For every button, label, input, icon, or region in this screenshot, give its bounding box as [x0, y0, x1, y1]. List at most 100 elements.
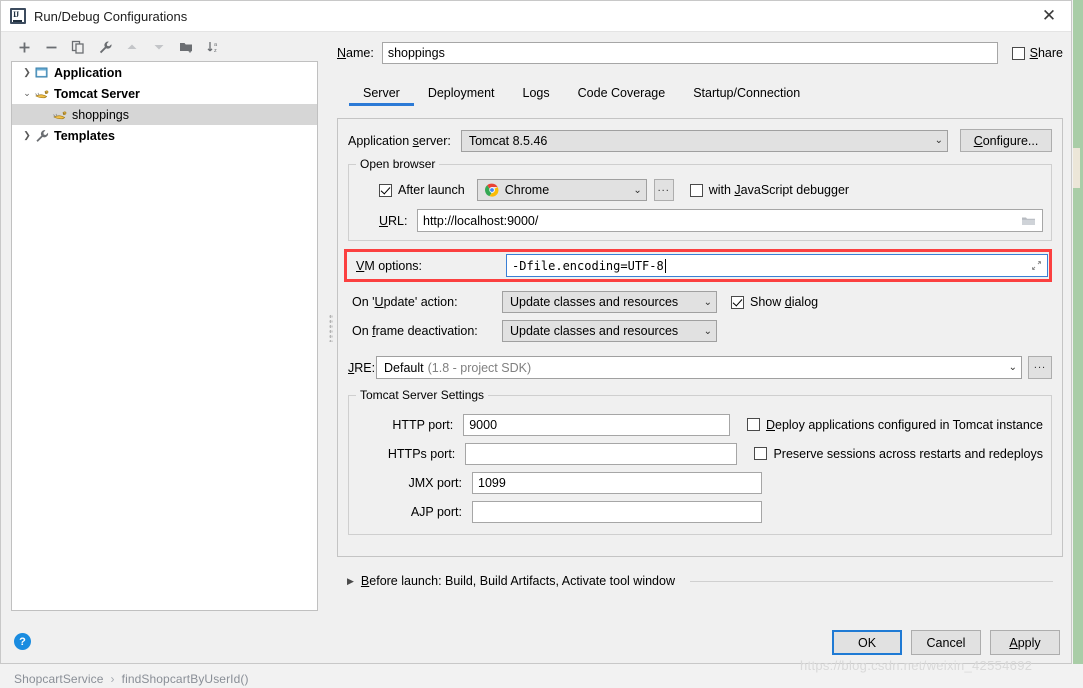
editor-marker-strip: [1073, 0, 1083, 664]
url-input[interactable]: http://localhost:9000/: [417, 209, 1043, 232]
help-icon[interactable]: ?: [14, 633, 31, 650]
on-update-action-select[interactable]: Update classes and resources ⌄: [502, 291, 717, 313]
after-launch-row: After launch Chrome ⌄ ... with JavaScrip…: [357, 179, 1043, 201]
deploy-applications-checkbox[interactable]: Deploy applications configured in Tomcat…: [746, 418, 1043, 432]
close-icon[interactable]: ✕: [1027, 1, 1071, 31]
on-update-action-label: On 'Update' action:: [352, 295, 458, 309]
deploy-applications-checkbox-box[interactable]: [746, 418, 760, 431]
server-tab-panel: Application server: Tomcat 8.5.46 ⌄ Conf…: [337, 118, 1063, 557]
preserve-sessions-checkbox-box[interactable]: [754, 447, 768, 460]
configure-button[interactable]: Configure...: [960, 129, 1052, 152]
https-port-label: HTTPs port:: [387, 446, 456, 461]
browser-browse-button[interactable]: ...: [653, 179, 674, 201]
ajp-port-input[interactable]: [472, 500, 762, 523]
tab-server[interactable]: Server: [349, 82, 414, 106]
js-debugger-checkbox[interactable]: with JavaScript debugger: [689, 183, 850, 197]
share-checkbox-box[interactable]: [1011, 46, 1025, 60]
dialog-title: Run/Debug Configurations: [34, 8, 188, 24]
chevron-down-icon[interactable]: ⌄: [20, 88, 34, 99]
tree-item-shoppings[interactable]: ❯ shoppings: [12, 104, 317, 125]
tomcat-server-settings-group: Tomcat Server Settings HTTP port: 9000 D…: [348, 388, 1052, 535]
tab-deployment[interactable]: Deployment: [414, 82, 509, 106]
name-row: Name: shoppings Share: [337, 39, 1063, 67]
chevron-down-icon: ⌄: [703, 296, 712, 308]
expand-icon[interactable]: [1031, 260, 1042, 274]
footer-buttons: OK Cancel Apply: [832, 630, 1060, 655]
jmx-port-label: JMX port:: [408, 475, 463, 490]
jmx-port-row: JMX port: 1099: [357, 468, 1043, 497]
url-label: URL:: [379, 213, 408, 228]
wrench-icon[interactable]: [93, 36, 117, 58]
on-frame-deactivation-select[interactable]: Update classes and resources ⌄: [502, 320, 717, 342]
chevron-right-icon[interactable]: ❯: [20, 130, 34, 141]
tab-startup-connection[interactable]: Startup/Connection: [679, 82, 814, 106]
folder-icon[interactable]: [1021, 215, 1036, 230]
share-checkbox[interactable]: Share: [1011, 46, 1063, 60]
show-dialog-checkbox[interactable]: Show dialog: [731, 295, 818, 309]
configure-button-label: Configure...: [973, 133, 1039, 148]
configurations-toolbar: az: [2, 33, 326, 61]
sort-alpha-icon[interactable]: az: [201, 36, 225, 58]
chevron-right-icon[interactable]: ▶: [347, 576, 354, 587]
editor-breadcrumb: ShopcartService › findShopcartByUserId(): [14, 672, 249, 686]
show-dialog-label: Show dialog: [750, 295, 819, 309]
jre-row: JRE: Default (1.8 - project SDK) ⌄ ...: [348, 356, 1052, 379]
ajp-port-row: AJP port:: [357, 497, 1043, 526]
on-update-action-value: Update classes and resources: [510, 295, 679, 309]
show-dialog-checkbox-box[interactable]: [731, 295, 744, 309]
remove-configuration-button[interactable]: [39, 36, 63, 58]
tomcat-icon: [52, 107, 68, 123]
https-port-input[interactable]: [465, 442, 738, 465]
ok-button[interactable]: OK: [832, 630, 902, 655]
on-update-action-row: On 'Update' action: Update classes and r…: [352, 291, 1052, 313]
move-down-button[interactable]: [147, 36, 171, 58]
jmx-port-input[interactable]: 1099: [472, 471, 762, 494]
tree-item-tomcat-server[interactable]: ⌄ Tomcat Server: [12, 83, 317, 104]
tree-item-label: Application: [54, 65, 123, 80]
js-debugger-checkbox-box[interactable]: [689, 183, 703, 197]
after-launch-label: After launch: [398, 183, 465, 197]
copy-configuration-button[interactable]: [66, 36, 90, 58]
open-browser-legend: Open browser: [356, 157, 440, 171]
http-port-row: HTTP port: 9000 Deploy applications conf…: [357, 410, 1043, 439]
move-up-button[interactable]: [120, 36, 144, 58]
http-port-input[interactable]: 9000: [463, 413, 730, 436]
browser-select[interactable]: Chrome ⌄: [476, 179, 647, 201]
breadcrumb-separator: ›: [110, 672, 115, 686]
name-input[interactable]: shoppings: [381, 42, 998, 64]
cancel-button[interactable]: Cancel: [911, 630, 981, 655]
after-launch-checkbox[interactable]: After launch: [379, 183, 465, 197]
add-configuration-button[interactable]: [12, 36, 36, 58]
after-launch-checkbox-box[interactable]: [379, 183, 392, 197]
panel-splitter[interactable]: [326, 33, 336, 622]
browser-value: Chrome: [504, 183, 550, 197]
tomcat-server-settings-legend: Tomcat Server Settings: [356, 388, 489, 402]
on-frame-deactivation-label: On frame deactivation:: [352, 324, 478, 338]
preserve-sessions-checkbox[interactable]: Preserve sessions across restarts and re…: [754, 447, 1043, 461]
dialog-footer: ? OK Cancel Apply: [2, 622, 1070, 662]
chrome-icon: [484, 183, 499, 197]
application-server-select[interactable]: Tomcat 8.5.46 ⌄: [460, 129, 948, 152]
tree-item-application[interactable]: ❯ Application: [12, 62, 317, 83]
jre-select[interactable]: Default (1.8 - project SDK) ⌄: [376, 356, 1022, 379]
ajp-port-label: AJP port:: [410, 504, 462, 519]
before-launch-section[interactable]: ▶ Before launch: Build, Build Artifacts,…: [347, 574, 1053, 588]
apply-button[interactable]: Apply: [990, 630, 1060, 655]
jre-browse-button[interactable]: ...: [1028, 356, 1052, 379]
jre-label: JRE:: [348, 360, 376, 375]
on-frame-deactivation-value: Update classes and resources: [510, 324, 679, 338]
chevron-right-icon[interactable]: ❯: [20, 67, 34, 78]
tab-code-coverage[interactable]: Code Coverage: [564, 82, 680, 106]
before-launch-label: Before launch: Build, Build Artifacts, A…: [360, 574, 675, 588]
tab-logs[interactable]: Logs: [509, 82, 564, 106]
vm-options-input[interactable]: -Dfile.encoding=UTF-8: [506, 254, 1048, 277]
configurations-tree[interactable]: ❯ Application ⌄ Tomcat Server ❯: [11, 61, 318, 611]
configuration-tabs: Server Deployment Logs Code Coverage Sta…: [337, 76, 1063, 106]
js-debugger-label: with JavaScript debugger: [708, 183, 850, 197]
breadcrumb-class: ShopcartService: [14, 672, 104, 686]
tree-item-templates[interactable]: ❯ Templates: [12, 125, 317, 146]
before-launch-divider: [690, 580, 1053, 582]
on-frame-deactivation-row: On frame deactivation: Update classes an…: [352, 320, 1052, 342]
tomcat-icon: [34, 86, 50, 102]
new-folder-icon[interactable]: [174, 36, 198, 58]
